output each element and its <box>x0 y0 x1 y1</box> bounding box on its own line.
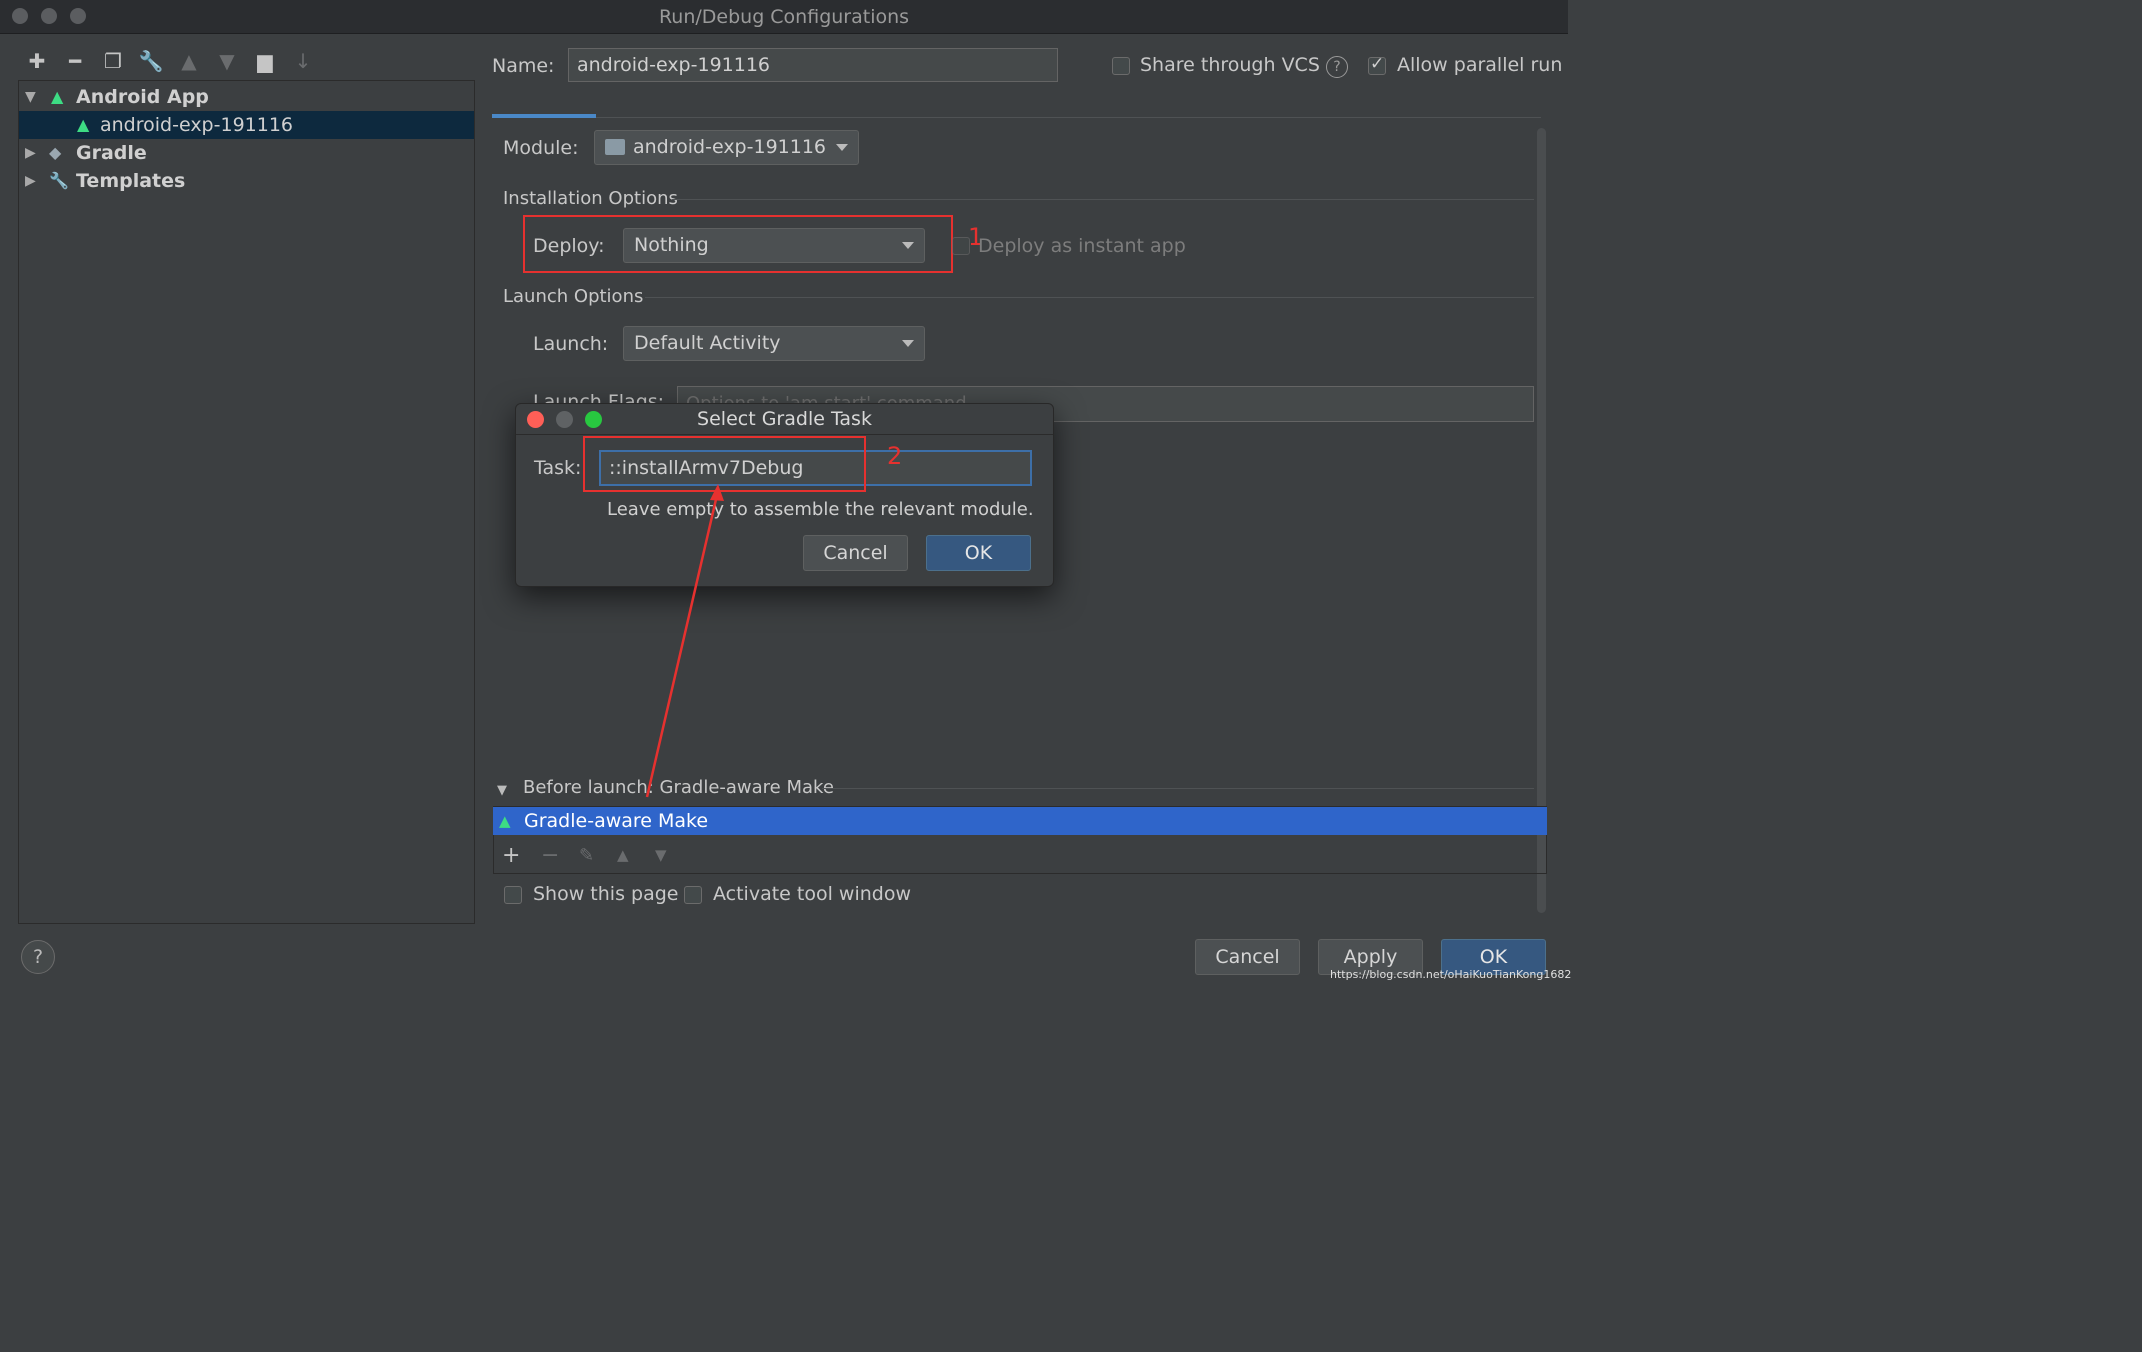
annotation-arrow <box>645 484 724 798</box>
